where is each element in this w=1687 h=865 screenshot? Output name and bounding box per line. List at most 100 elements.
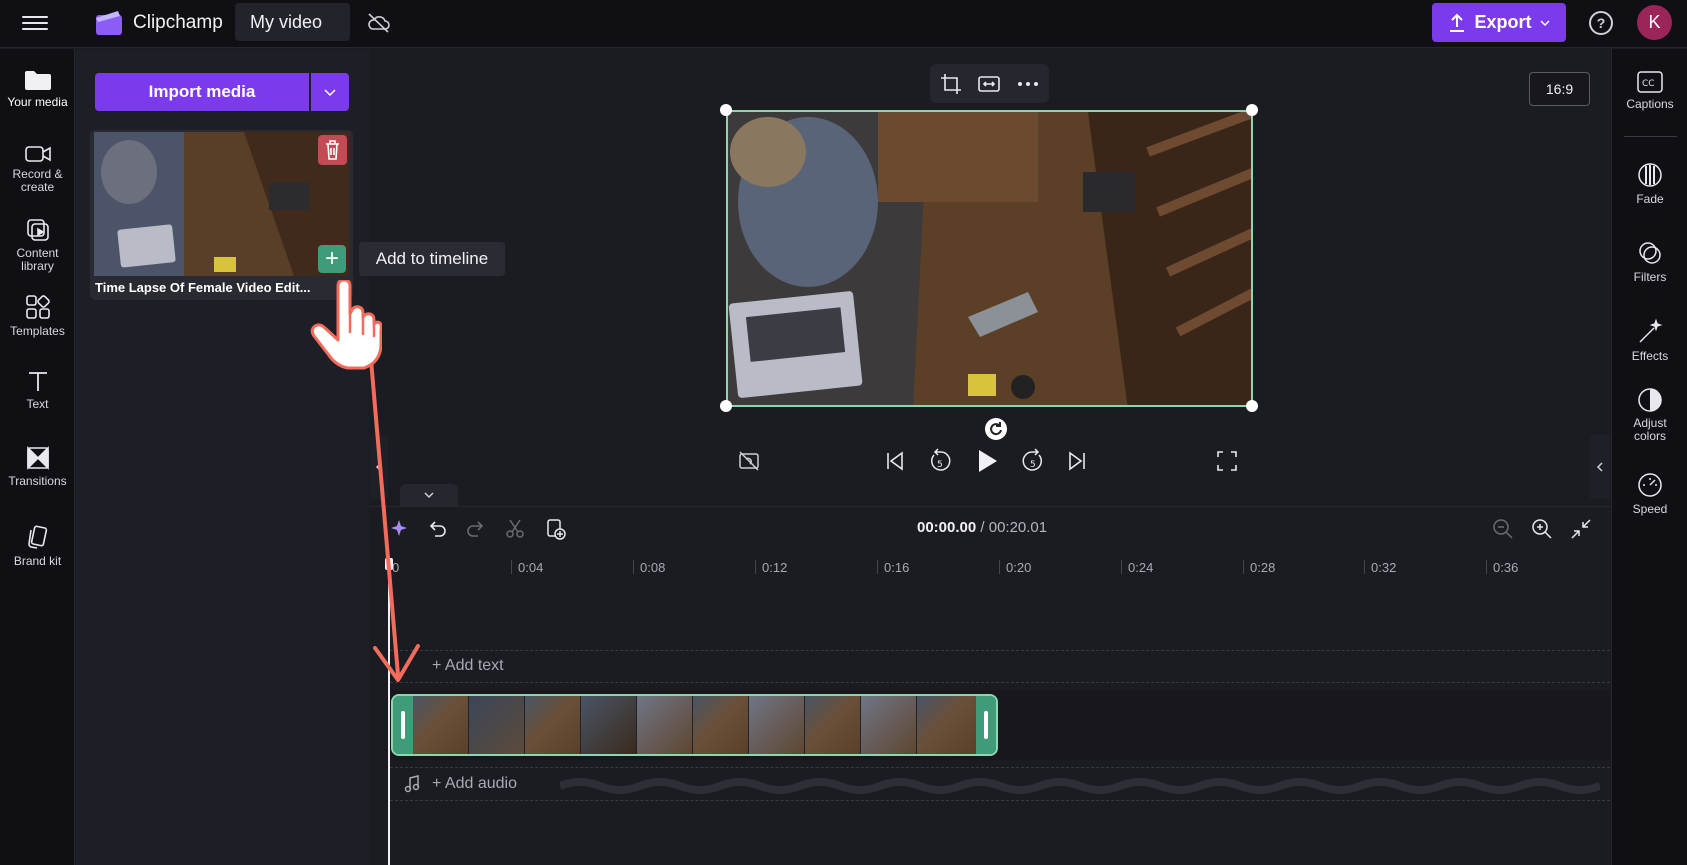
skip-back-icon[interactable] xyxy=(885,450,905,472)
zoom-out-icon[interactable] xyxy=(1492,518,1514,540)
rewind-5-icon[interactable]: 5 xyxy=(928,448,952,474)
right-sidebar: CC Captions Fade Filters Effects Adjust … xyxy=(1611,49,1687,865)
add-to-timeline-button[interactable]: + xyxy=(318,245,346,273)
trash-icon xyxy=(326,140,339,160)
timecode: 00:00.00 / 00:20.01 xyxy=(917,519,1047,536)
upload-icon xyxy=(1450,13,1465,32)
export-button[interactable]: Export xyxy=(1432,3,1566,42)
chevron-left-icon xyxy=(1596,462,1603,472)
preview-toolbar xyxy=(930,64,1049,103)
sidebar-item-content-library[interactable]: Content library xyxy=(0,217,75,273)
split-scissors-icon[interactable] xyxy=(505,518,525,538)
resize-handle[interactable] xyxy=(720,400,732,412)
property-captions[interactable]: CC Captions xyxy=(1612,71,1687,111)
camera-icon xyxy=(24,146,51,162)
more-options-icon[interactable] xyxy=(1018,82,1038,86)
camera-off-icon[interactable] xyxy=(738,450,760,472)
add-to-timeline-tooltip: Add to timeline xyxy=(359,242,505,276)
resize-handle[interactable] xyxy=(1246,400,1258,412)
property-adjust-colors[interactable]: Adjust colors xyxy=(1612,387,1687,443)
effects-icon xyxy=(1639,319,1663,343)
property-label: Captions xyxy=(1626,97,1674,111)
add-media-icon[interactable] xyxy=(545,518,567,540)
total-time: / 00:20.01 xyxy=(980,519,1048,536)
property-label: Effects xyxy=(1631,349,1669,363)
ruler-tick xyxy=(999,560,1000,574)
clip-trim-handle-right[interactable] xyxy=(976,696,996,754)
captions-icon: CC xyxy=(1637,71,1663,93)
sidebar-item-label: Templates xyxy=(10,324,65,338)
forward-5-icon[interactable]: 5 xyxy=(1021,448,1045,474)
track-divider xyxy=(390,767,1610,768)
property-filters[interactable]: Filters xyxy=(1612,240,1687,284)
delete-media-button[interactable] xyxy=(318,135,347,165)
track-divider xyxy=(390,682,1610,683)
fit-timeline-icon[interactable] xyxy=(1570,518,1592,540)
zoom-in-icon[interactable] xyxy=(1531,518,1553,540)
media-panel: Import media Time Lapse Of Female Video … xyxy=(76,49,369,865)
add-audio-track[interactable]: + Add audio xyxy=(432,775,517,793)
help-icon[interactable]: ? xyxy=(1589,11,1613,35)
play-icon[interactable] xyxy=(976,448,998,474)
clip-frame xyxy=(413,696,469,754)
ruler-label: 0:24 xyxy=(1128,560,1154,575)
property-label: Speed xyxy=(1632,502,1668,516)
crop-icon[interactable] xyxy=(940,73,962,95)
sidebar-item-record-create[interactable]: Record & create xyxy=(0,144,75,194)
top-bar: Clipchamp My video Export ? K xyxy=(0,0,1687,48)
fullscreen-icon[interactable] xyxy=(1217,451,1237,471)
skip-forward-icon[interactable] xyxy=(1067,450,1087,472)
clip-frame xyxy=(637,696,693,754)
speed-icon xyxy=(1638,473,1662,497)
sidebar-item-your-media[interactable]: Your media xyxy=(0,69,75,109)
adjust-colors-icon xyxy=(1638,388,1662,412)
timeline-panel xyxy=(370,506,1611,865)
project-title-input[interactable]: My video xyxy=(235,3,350,41)
menu-icon[interactable] xyxy=(22,12,48,34)
clip-frame xyxy=(805,696,861,754)
import-media-button[interactable]: Import media xyxy=(95,73,309,111)
property-effects[interactable]: Effects xyxy=(1612,319,1687,363)
video-preview[interactable] xyxy=(726,110,1253,407)
property-label: Fade xyxy=(1636,192,1664,206)
resize-handle[interactable] xyxy=(720,104,732,116)
property-label: Adjust colors xyxy=(1633,416,1667,443)
clip-trim-handle-left[interactable] xyxy=(393,696,413,754)
clip-frame xyxy=(469,696,525,754)
sidebar-item-templates[interactable]: Templates xyxy=(0,294,75,338)
collapse-right-panel-button[interactable] xyxy=(1590,435,1610,499)
ruler-tick xyxy=(755,560,756,574)
library-icon xyxy=(26,219,49,241)
sidebar-item-brand-kit[interactable]: Brand kit xyxy=(0,524,75,568)
filters-icon xyxy=(1639,242,1661,264)
svg-text:CC: CC xyxy=(1642,79,1655,89)
redo-icon[interactable] xyxy=(466,518,486,538)
clipchamp-logo-icon xyxy=(96,11,122,35)
ruler-tick xyxy=(1486,560,1487,574)
resize-handle[interactable] xyxy=(1246,104,1258,116)
media-thumbnail xyxy=(94,132,349,276)
rotate-icon[interactable] xyxy=(984,417,1008,441)
fit-icon[interactable] xyxy=(977,74,1001,94)
clip-frame xyxy=(749,696,805,754)
sidebar-item-label: Your media xyxy=(7,95,68,109)
add-text-track[interactable]: + Add text xyxy=(432,657,504,675)
property-fade[interactable]: Fade xyxy=(1612,162,1687,206)
sidebar-item-label: Text xyxy=(26,397,49,411)
import-options-button[interactable] xyxy=(311,73,349,111)
sidebar-item-label: Content library xyxy=(16,246,59,273)
cloud-off-icon[interactable] xyxy=(366,11,392,35)
music-note-icon xyxy=(404,775,420,793)
media-item[interactable]: Time Lapse Of Female Video Edit... xyxy=(90,130,353,300)
aspect-ratio-button[interactable]: 16:9 xyxy=(1529,72,1590,106)
sidebar-item-transitions[interactable]: Transitions xyxy=(0,446,75,488)
ruler-label: 0:04 xyxy=(518,560,544,575)
sidebar-item-text[interactable]: Text xyxy=(0,369,75,411)
property-speed[interactable]: Speed xyxy=(1612,472,1687,516)
avatar[interactable]: K xyxy=(1637,5,1672,40)
left-sidebar: Your media Record & create Content libra… xyxy=(0,49,75,865)
templates-icon xyxy=(25,295,50,319)
ruler-tick xyxy=(1364,560,1365,574)
video-clip[interactable] xyxy=(391,694,998,756)
clipchamp-app: Clipchamp My video Export ? K Your media… xyxy=(0,0,1687,865)
